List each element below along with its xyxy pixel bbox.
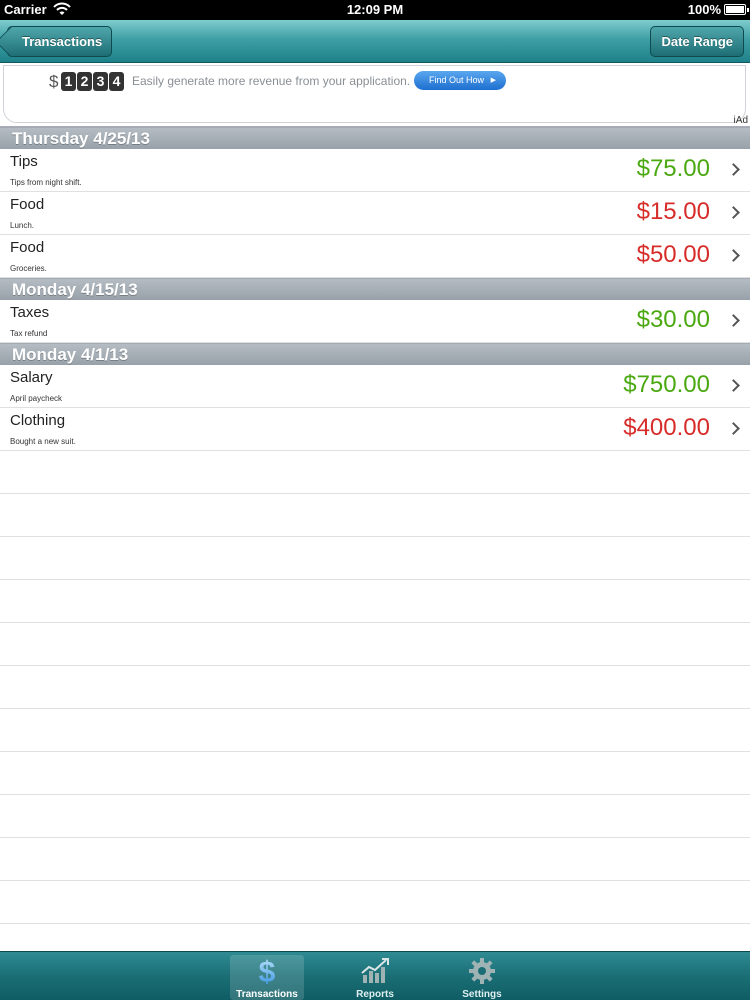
empty-row bbox=[0, 580, 750, 623]
transaction-row[interactable]: Clothing Bought a new suit. $400.00 bbox=[0, 408, 750, 451]
transaction-category: Salary bbox=[10, 369, 53, 386]
transaction-row[interactable]: Salary April paycheck $750.00 bbox=[0, 365, 750, 408]
ad-frame: $ 1 2 3 4 Easily generate more revenue f… bbox=[3, 65, 746, 123]
status-bar: Carrier 12:09 PM 100% bbox=[0, 0, 750, 20]
ad-banner[interactable]: $ 1 2 3 4 Easily generate more revenue f… bbox=[0, 63, 750, 127]
clock: 12:09 PM bbox=[346, 2, 404, 17]
play-arrow-icon: ▶ bbox=[490, 77, 496, 84]
tab-bar: $ Transactions Reports Settings bbox=[0, 951, 750, 1000]
transaction-row[interactable]: Food Groceries. $50.00 bbox=[0, 235, 750, 278]
ad-digit: 4 bbox=[109, 72, 124, 91]
gear-icon bbox=[469, 958, 495, 984]
battery-icon bbox=[724, 4, 749, 15]
tab-settings[interactable]: Settings bbox=[445, 955, 519, 1000]
chevron-right-icon bbox=[727, 206, 740, 219]
chevron-right-icon bbox=[727, 249, 740, 262]
transactions-table: Thursday 4/25/13 Tips Tips from night sh… bbox=[0, 127, 750, 924]
back-button[interactable]: Transactions bbox=[7, 26, 113, 57]
transaction-row[interactable]: Tips Tips from night shift. $75.00 bbox=[0, 149, 750, 192]
section-header: Monday 4/1/13 bbox=[0, 343, 750, 365]
tab-label: Settings bbox=[462, 989, 502, 1000]
transaction-category: Clothing bbox=[10, 412, 66, 429]
ad-digit: 1 bbox=[61, 72, 76, 91]
transaction-note: Bought a new suit. bbox=[10, 437, 76, 446]
section-header: Thursday 4/25/13 bbox=[0, 127, 750, 149]
ad-currency: $ bbox=[49, 72, 59, 91]
empty-row bbox=[0, 494, 750, 537]
empty-row bbox=[0, 881, 750, 924]
ad-find-out-button[interactable]: Find Out How ▶ bbox=[414, 71, 506, 90]
transaction-amount: $75.00 bbox=[636, 155, 710, 182]
empty-row bbox=[0, 537, 750, 580]
empty-row bbox=[0, 709, 750, 752]
dollar-icon: $ bbox=[259, 957, 276, 985]
chevron-right-icon bbox=[727, 163, 740, 176]
transaction-note: Groceries. bbox=[10, 264, 47, 273]
empty-row bbox=[0, 451, 750, 494]
ad-digit: 3 bbox=[93, 72, 108, 91]
tab-label: Transactions bbox=[236, 989, 298, 1000]
empty-row bbox=[0, 795, 750, 838]
navigation-bar: Transactions Date Range bbox=[0, 20, 750, 63]
chevron-right-icon bbox=[727, 379, 740, 392]
transaction-amount: $30.00 bbox=[636, 306, 710, 333]
chevron-right-icon bbox=[727, 422, 740, 435]
transaction-row[interactable]: Taxes Tax refund $30.00 bbox=[0, 300, 750, 343]
transaction-note: Tips from night shift. bbox=[10, 178, 82, 187]
empty-row bbox=[0, 666, 750, 709]
tab-transactions[interactable]: $ Transactions bbox=[230, 955, 304, 1000]
empty-row bbox=[0, 752, 750, 795]
transaction-note: April paycheck bbox=[10, 394, 63, 403]
ad-digit: 2 bbox=[77, 72, 92, 91]
chart-icon bbox=[361, 958, 389, 983]
iad-badge: iAd bbox=[733, 115, 748, 126]
transaction-amount: $15.00 bbox=[636, 198, 710, 225]
empty-row bbox=[0, 838, 750, 881]
chevron-right-icon bbox=[727, 314, 740, 327]
transaction-amount: $50.00 bbox=[636, 241, 710, 268]
date-range-button[interactable]: Date Range bbox=[650, 26, 744, 57]
transaction-category: Taxes bbox=[10, 304, 50, 321]
transaction-row[interactable]: Food Lunch. $15.00 bbox=[0, 192, 750, 235]
battery-percent: 100% bbox=[687, 2, 721, 17]
svg-text:$: $ bbox=[259, 957, 276, 985]
ad-text: Easily generate more revenue from your a… bbox=[132, 74, 411, 88]
back-button-label: Transactions bbox=[22, 34, 103, 49]
tab-reports[interactable]: Reports bbox=[338, 955, 412, 1000]
transaction-category: Tips bbox=[10, 153, 38, 170]
tab-label: Reports bbox=[356, 989, 394, 1000]
empty-row bbox=[0, 623, 750, 666]
transaction-amount: $750.00 bbox=[623, 371, 710, 398]
section-header: Monday 4/15/13 bbox=[0, 278, 750, 300]
transaction-category: Food bbox=[10, 196, 45, 213]
transaction-category: Food bbox=[10, 239, 45, 256]
transaction-note: Lunch. bbox=[10, 221, 35, 230]
ad-cta-label: Find Out How bbox=[429, 75, 485, 85]
transaction-note: Tax refund bbox=[10, 329, 48, 338]
ad-counter: 1 2 3 4 bbox=[61, 72, 124, 91]
transaction-amount: $400.00 bbox=[623, 414, 710, 441]
